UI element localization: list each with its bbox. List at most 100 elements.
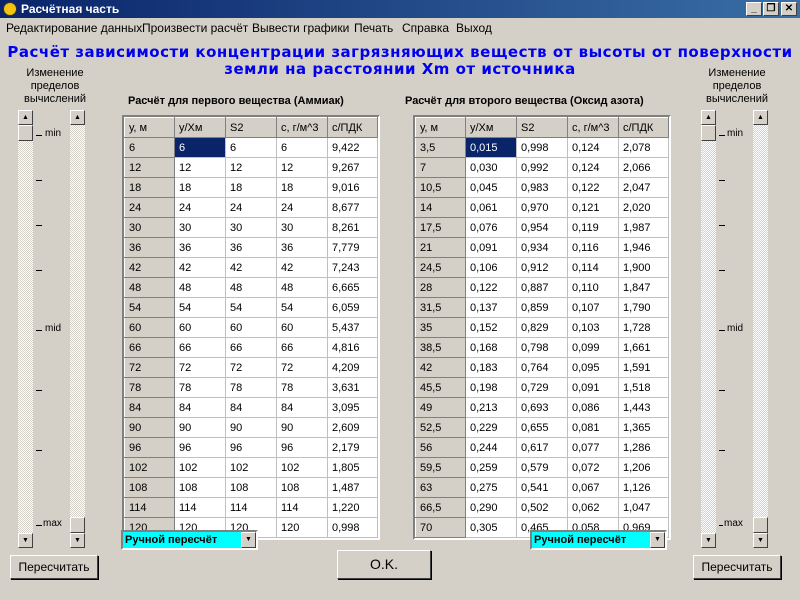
table-cell[interactable]: 0,110	[567, 277, 619, 298]
table-cell[interactable]: 2,078	[618, 137, 669, 158]
table-cell[interactable]: 0,198	[465, 377, 517, 398]
table-cell[interactable]: 114	[174, 497, 226, 518]
table-cell[interactable]: 30	[174, 217, 226, 238]
table-cell[interactable]: 24	[276, 197, 328, 218]
table-cell[interactable]: 1,946	[618, 237, 669, 258]
table-cell[interactable]: 114	[225, 497, 277, 518]
maximize-button[interactable]: ❐	[763, 2, 779, 16]
table-cell[interactable]: 0,099	[567, 337, 619, 358]
table-cell[interactable]: 0,106	[465, 257, 517, 278]
table-cell[interactable]: 18	[174, 177, 226, 198]
table-cell[interactable]: 30	[276, 217, 328, 238]
table-cell[interactable]: 9,016	[327, 177, 378, 198]
table-cell[interactable]: 1,126	[618, 477, 669, 498]
table-cell[interactable]: 7,243	[327, 257, 378, 278]
menu-calculate[interactable]: Произвести расчёт	[142, 21, 248, 35]
table-cell[interactable]: 12	[174, 157, 226, 178]
table-cell[interactable]: 102	[276, 457, 328, 478]
table-cell[interactable]: 6,665	[327, 277, 378, 298]
table-cell[interactable]: 0,764	[516, 357, 568, 378]
menu-exit[interactable]: Выход	[456, 21, 492, 35]
table-cell[interactable]: 0,137	[465, 297, 517, 318]
table-cell[interactable]: 96	[225, 437, 277, 458]
table-cell[interactable]: 1,047	[618, 497, 669, 518]
close-button[interactable]: ✕	[781, 2, 797, 16]
table-cell[interactable]: 1,286	[618, 437, 669, 458]
table-cell[interactable]: 0,072	[567, 457, 619, 478]
recalc-mode-left-select[interactable]: Ручной пересчёт ▼	[121, 530, 258, 550]
table-cell[interactable]: 0,998	[516, 137, 568, 158]
table-cell[interactable]: 108	[174, 477, 226, 498]
table-cell[interactable]: 0,541	[516, 477, 568, 498]
table-cell[interactable]: 90	[276, 417, 328, 438]
table-cell[interactable]: 0,081	[567, 417, 619, 438]
table-cell[interactable]: 0,076	[465, 217, 517, 238]
table-cell[interactable]: 36	[276, 237, 328, 258]
table-cell[interactable]: 42	[174, 257, 226, 278]
recalc-mode-right-select[interactable]: Ручной пересчёт ▼	[530, 530, 667, 550]
table-cell[interactable]: 4,209	[327, 357, 378, 378]
table-cell[interactable]: 12	[276, 157, 328, 178]
table-cell[interactable]: 0,502	[516, 497, 568, 518]
table-cell[interactable]: 24	[174, 197, 226, 218]
table-cell[interactable]: 0,729	[516, 377, 568, 398]
table-cell[interactable]: 90	[225, 417, 277, 438]
table-cell[interactable]: 1,847	[618, 277, 669, 298]
table-cell[interactable]: 1,790	[618, 297, 669, 318]
minimize-button[interactable]: _	[746, 2, 762, 16]
table-cell[interactable]: 0,114	[567, 257, 619, 278]
table-cell[interactable]: 0,305	[465, 517, 517, 538]
table-cell[interactable]: 0,693	[516, 397, 568, 418]
table-cell[interactable]: 66	[276, 337, 328, 358]
table-cell[interactable]: 0,168	[465, 337, 517, 358]
arrow-down-icon[interactable]: ▼	[753, 533, 768, 548]
left-max-scrollbar[interactable]: ▲ ▼	[70, 110, 85, 548]
left-min-scrollbar[interactable]: ▲ ▼	[18, 110, 33, 548]
table-cell[interactable]: 48	[276, 277, 328, 298]
table-cell[interactable]: 1,987	[618, 217, 669, 238]
table-cell[interactable]: 0,103	[567, 317, 619, 338]
table-cell[interactable]: 72	[225, 357, 277, 378]
table-cell[interactable]: 84	[276, 397, 328, 418]
table-cell[interactable]: 0,062	[567, 497, 619, 518]
table-cell[interactable]: 60	[174, 317, 226, 338]
table-cell[interactable]: 8,677	[327, 197, 378, 218]
table-cell[interactable]: 0,229	[465, 417, 517, 438]
table-cell[interactable]: 0,912	[516, 257, 568, 278]
table-cell[interactable]: 108	[225, 477, 277, 498]
menu-print[interactable]: Печать	[354, 21, 393, 35]
table-cell[interactable]: 72	[174, 357, 226, 378]
table-cell[interactable]: 42	[276, 257, 328, 278]
table-cell[interactable]: 0,095	[567, 357, 619, 378]
table-cell[interactable]: 2,066	[618, 157, 669, 178]
table-cell[interactable]: 60	[276, 317, 328, 338]
table-cell[interactable]: 0,152	[465, 317, 517, 338]
table2-grid[interactable]: у, м у/Хм S2 с, г/м^3 с/ПДК 3,5 0,015 0,998 0,12…	[413, 115, 671, 540]
table-cell[interactable]: 6	[174, 137, 226, 158]
table-cell[interactable]: 4,816	[327, 337, 378, 358]
table-cell[interactable]: 2,179	[327, 437, 378, 458]
table-cell[interactable]: 0,934	[516, 237, 568, 258]
table-cell[interactable]: 108	[276, 477, 328, 498]
table-cell[interactable]: 54	[174, 297, 226, 318]
table-cell[interactable]: 0,116	[567, 237, 619, 258]
table-cell[interactable]: 3,095	[327, 397, 378, 418]
menu-graphs[interactable]: Вывести графики	[252, 21, 349, 35]
table-cell[interactable]: 0,086	[567, 397, 619, 418]
table-cell[interactable]: 0,859	[516, 297, 568, 318]
arrow-down-icon[interactable]: ▼	[70, 533, 85, 548]
table-cell[interactable]: 12	[225, 157, 277, 178]
table-cell[interactable]: 1,900	[618, 257, 669, 278]
table-cell[interactable]: 0,798	[516, 337, 568, 358]
table-cell[interactable]: 0,183	[465, 357, 517, 378]
table-cell[interactable]: 90	[174, 417, 226, 438]
menu-help[interactable]: Справка	[402, 21, 449, 35]
table-cell[interactable]: 1,443	[618, 397, 669, 418]
table-cell[interactable]: 0,045	[465, 177, 517, 198]
table-cell[interactable]: 0,829	[516, 317, 568, 338]
table-cell[interactable]: 1,518	[618, 377, 669, 398]
table-cell[interactable]: 0,091	[465, 237, 517, 258]
table1-grid[interactable]: у, м у/Хм S2 с, г/м^3 с/ПДК 6 6 6 6 9,422 12 12 12 12…	[122, 115, 380, 540]
table-cell[interactable]: 0,617	[516, 437, 568, 458]
table-cell[interactable]: 1,805	[327, 457, 378, 478]
